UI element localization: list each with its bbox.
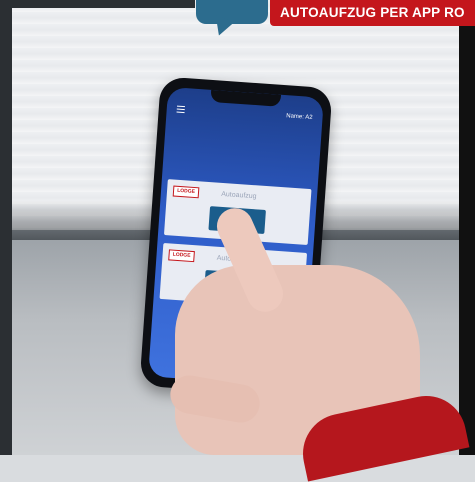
left-border (0, 0, 12, 455)
app-header: Name: A2 (176, 105, 313, 127)
hamburger-menu-icon[interactable] (176, 105, 186, 115)
phone-notch (210, 89, 282, 107)
user-label: Name: A2 (285, 113, 313, 122)
headline-banner: AUTOAUFZUG PER APP RO (270, 0, 475, 26)
right-border (459, 0, 475, 455)
card-title: Autoaufzug (220, 190, 257, 201)
top-border (0, 0, 195, 8)
